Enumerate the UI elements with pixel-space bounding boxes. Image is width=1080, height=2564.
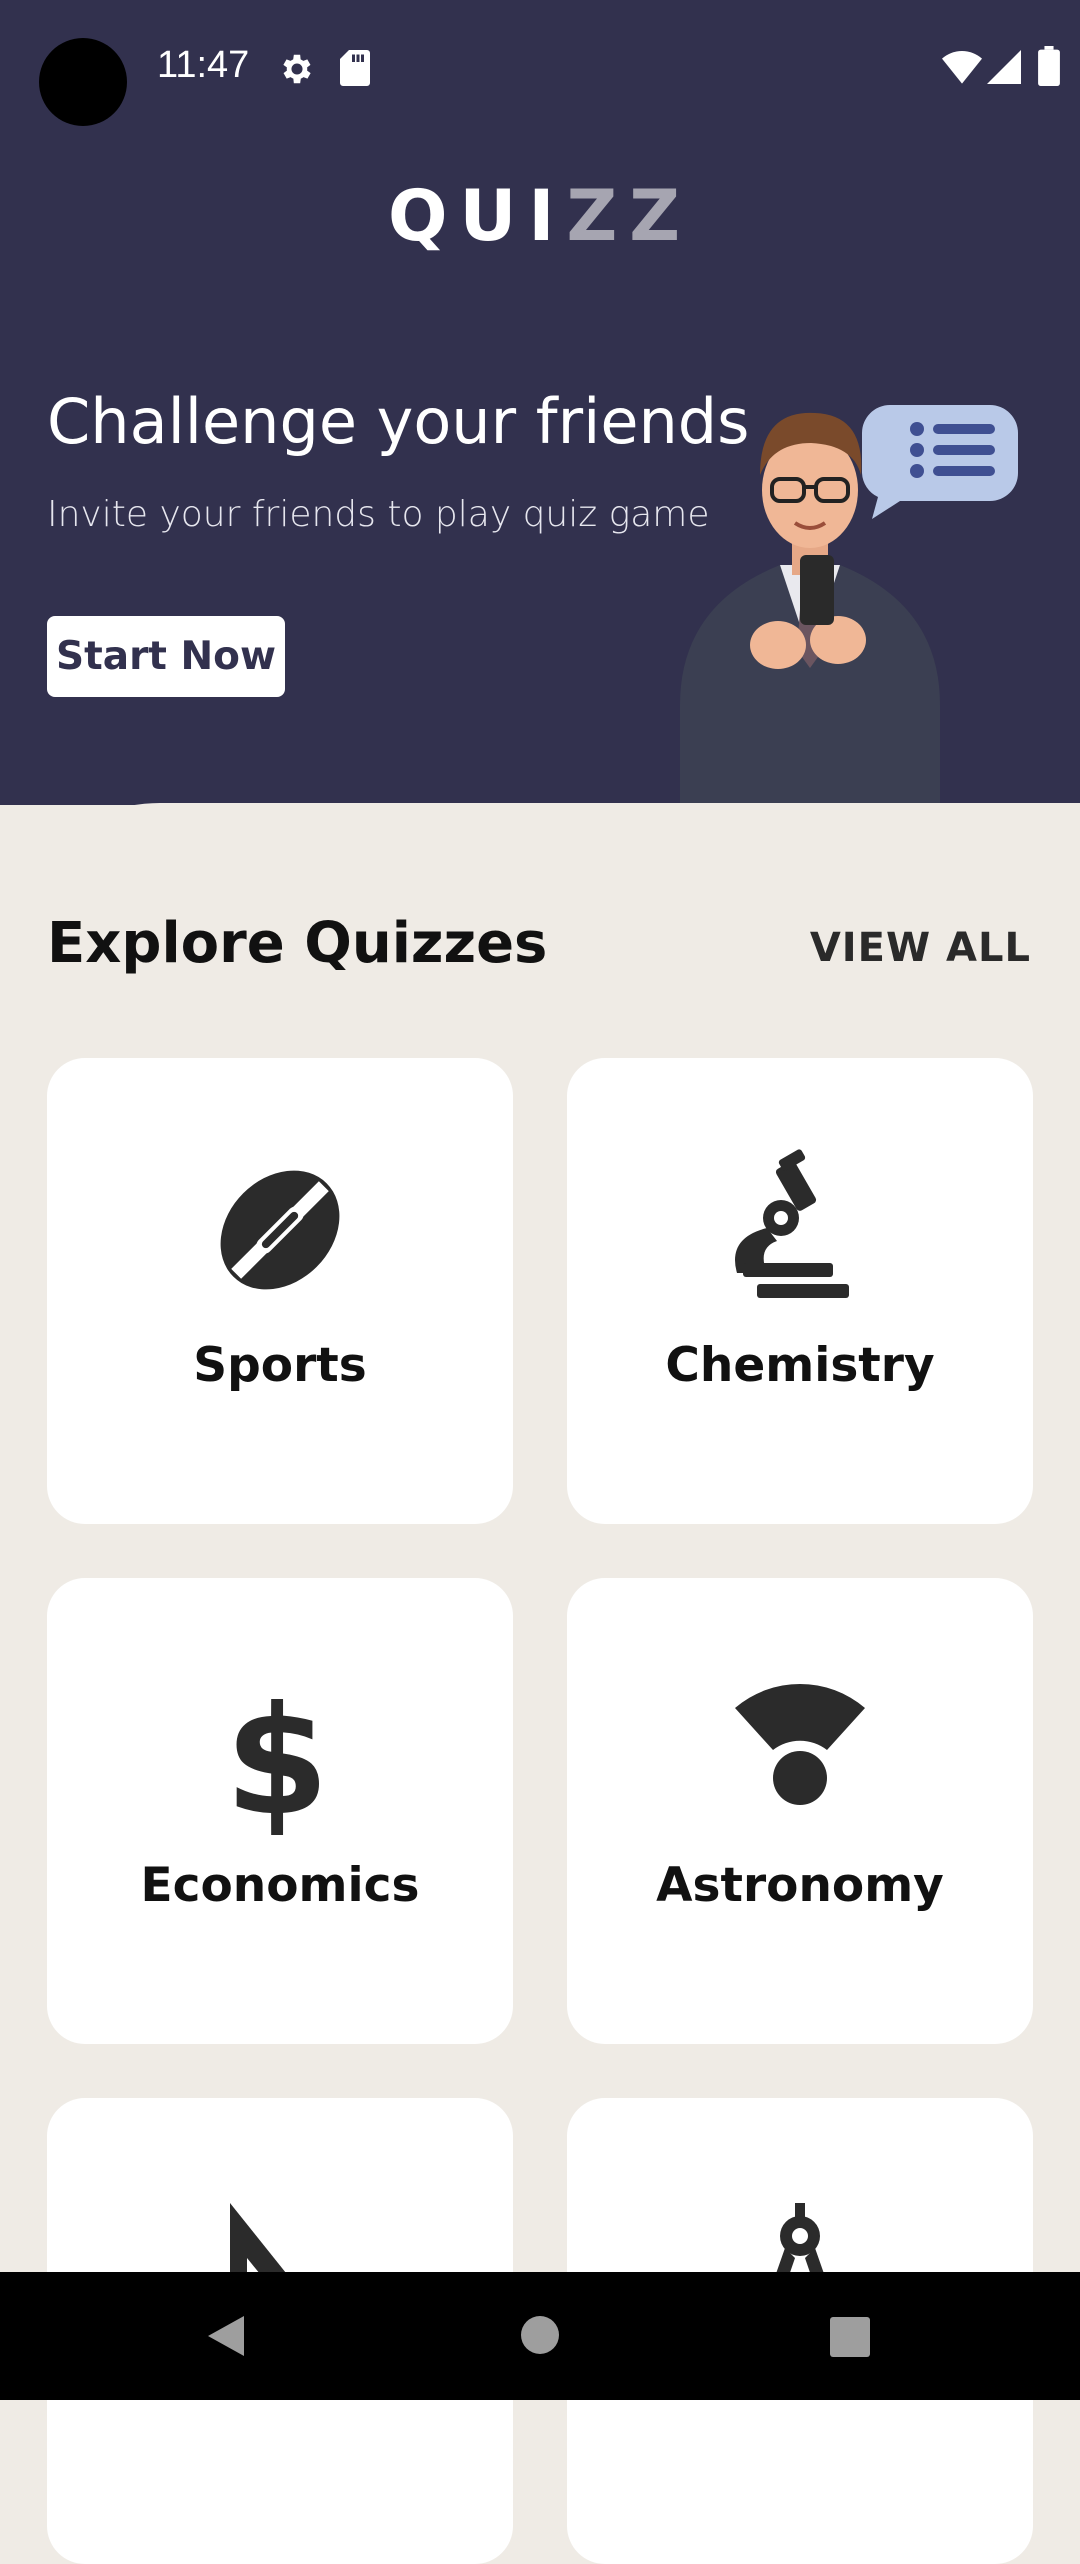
section-title: Explore Quizzes [47,911,548,976]
card-label: Chemistry [665,1338,935,1393]
settings-icon [283,54,311,84]
app-logo: QUIZZ [0,175,1080,257]
hero-title: Challenge your friends [47,385,750,458]
dollar-icon: $ [225,1675,329,1838]
svg-text:$: $ [225,1675,329,1838]
camera-cutout [39,38,127,126]
sd-card-icon [340,50,370,86]
logo-primary: QUI [388,175,567,257]
satellite-dish-icon [735,1683,865,1805]
quiz-card-chemistry[interactable]: Chemistry [567,1058,1033,1524]
battery-icon [1038,46,1060,86]
businessman-illustration [680,405,1018,805]
signal-icon [987,50,1021,84]
quiz-card-astronomy[interactable]: Astronomy [567,1578,1033,2044]
card-label: Economics [140,1858,420,1913]
start-now-button[interactable]: Start Now [47,616,285,697]
card-label: Astronomy [656,1858,944,1913]
quiz-card-sports[interactable]: Sports [47,1058,513,1524]
view-all-link[interactable]: VIEW ALL [810,925,1031,971]
wifi-icon [942,51,982,84]
back-icon[interactable] [204,2314,248,2358]
microscope-icon [735,1149,849,1298]
explore-section: Explore Quizzes VIEW ALL Sports Chemistr… [0,803,1080,2564]
hero-banner: 11:47 QUIZZ Challenge your friends Invit… [0,0,1080,805]
card-label: Sports [193,1338,367,1393]
chat-bubble-icon [862,405,1018,519]
status-time: 11:47 [157,44,250,86]
home-icon[interactable] [520,2315,560,2355]
recents-icon[interactable] [830,2317,870,2357]
system-nav-bar [0,2272,1080,2400]
football-icon [220,1170,340,1290]
logo-secondary: ZZ [566,175,692,257]
quiz-card-economics[interactable]: $ Economics [47,1578,513,2044]
hero-subtitle: Invite your friends to play quiz game [47,494,710,535]
status-bar: 11:47 [0,0,1080,136]
